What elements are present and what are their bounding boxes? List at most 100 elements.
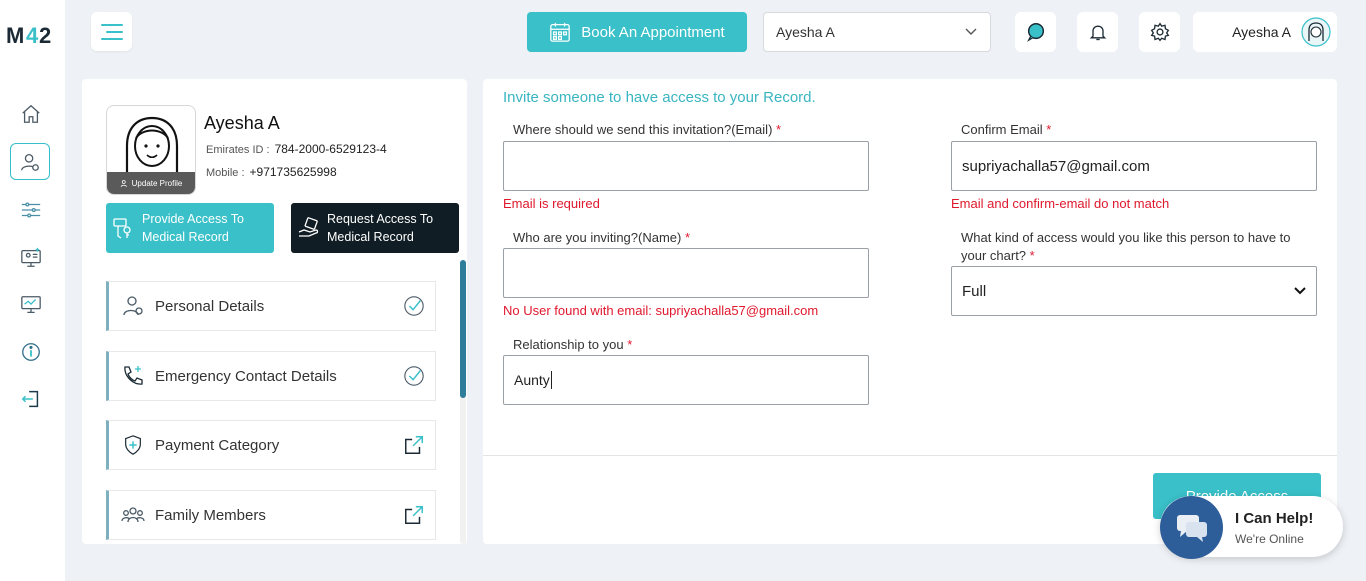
emirates-id-label: Emirates ID : <box>206 144 270 156</box>
menu-scrollbar-thumb[interactable] <box>460 260 466 398</box>
access-type-label: What kind of access would you like this … <box>961 229 1291 265</box>
provide-access-line1: Provide Access To <box>142 212 244 226</box>
confirm-email-value: supriyachalla57@gmail.com <box>962 157 1150 175</box>
mobile-label: Mobile : <box>206 167 245 179</box>
info-icon[interactable] <box>18 339 44 365</box>
chat-bubbles-icon <box>1176 514 1207 542</box>
gear-icon <box>1150 22 1169 42</box>
required-mark: * <box>1046 122 1052 137</box>
chat-status: We're Online <box>1235 532 1304 546</box>
external-link-icon <box>405 506 423 524</box>
confirm-label-text: Confirm Email <box>961 122 1043 137</box>
user-edit-icon <box>120 179 127 187</box>
left-rail: M 4 2 <box>0 0 65 581</box>
name-input[interactable] <box>503 248 869 298</box>
help-chat-widget[interactable]: I Can Help! We're Online <box>1160 496 1343 559</box>
name-field-label: Who are you inviting?(Name) * <box>513 229 690 247</box>
profile-panel: Update Profile Ayesha A Emirates ID : 784… <box>82 79 467 544</box>
patient-select-value: Ayesha A <box>776 24 835 40</box>
form-divider <box>483 455 1337 456</box>
request-access-line2: Medical Record <box>327 230 414 244</box>
book-appointment-label: Book An Appointment <box>581 23 725 41</box>
svg-text:2: 2 <box>39 23 51 48</box>
update-profile-button[interactable]: Update Profile <box>107 172 195 194</box>
emirates-id-row: Emirates ID : 784-2000-6529123-4 <box>206 142 387 156</box>
menu-item-payment-category[interactable]: Payment Category <box>106 420 436 470</box>
required-mark: * <box>627 337 633 352</box>
form-title: Invite someone to have access to your Re… <box>503 89 816 106</box>
profile-chip-name: Ayesha A <box>1232 24 1291 40</box>
email-label-text: Where should we send this invitation?(Em… <box>513 122 773 137</box>
m42-logo: M 4 2 <box>6 23 51 48</box>
invite-form-panel: Invite someone to have access to your Re… <box>483 79 1337 544</box>
settings-button[interactable] <box>1139 12 1180 52</box>
monitor-doctor-icon[interactable] <box>18 245 44 271</box>
update-profile-label: Update Profile <box>131 178 183 188</box>
bell-icon <box>1089 25 1106 41</box>
email-error: Email is required <box>503 196 600 211</box>
phone-plus-icon <box>124 366 143 385</box>
profile-nav-icon[interactable] <box>10 143 50 180</box>
home-icon[interactable] <box>18 101 44 127</box>
required-mark: * <box>684 230 691 245</box>
request-access-line1: Request Access To <box>327 212 434 226</box>
mobile-value: +971735625998 <box>249 165 337 179</box>
avatar-illustration-icon <box>125 116 179 174</box>
access-type-select[interactable]: Full <box>951 266 1317 316</box>
chat-button[interactable] <box>1015 12 1056 52</box>
relationship-field-label: Relationship to you * <box>513 336 632 354</box>
email-input[interactable] <box>503 141 869 191</box>
chat-bubble-icon <box>1026 23 1044 42</box>
person-icon <box>123 296 143 316</box>
logout-icon[interactable] <box>18 386 44 412</box>
relationship-label-text: Relationship to you <box>513 337 624 352</box>
access-type-value: Full <box>962 282 987 300</box>
profile-menu-button[interactable]: Ayesha A <box>1193 12 1337 52</box>
required-mark: * <box>776 122 782 137</box>
menu-item-family-members[interactable]: Family Members <box>106 490 436 540</box>
confirm-email-input[interactable]: supriyachalla57@gmail.com <box>951 141 1317 191</box>
calendar-icon <box>550 22 571 42</box>
sliders-icon[interactable] <box>18 197 44 223</box>
menu-item-label: Emergency Contact Details <box>155 367 337 385</box>
hand-record-icon <box>298 217 319 237</box>
confirm-email-error: Email and confirm-email do not match <box>951 196 1170 211</box>
relationship-input-value: Aunty <box>514 372 550 388</box>
svg-text:4: 4 <box>26 23 39 48</box>
menu-item-label: Family Members <box>155 506 266 524</box>
hamburger-icon <box>100 23 123 40</box>
menu-item-label: Personal Details <box>155 297 265 315</box>
family-icon <box>121 507 145 523</box>
name-error: No User found with email: supriyachalla5… <box>503 303 819 318</box>
check-circle-icon <box>404 366 424 386</box>
relationship-input[interactable]: Aunty <box>503 355 869 405</box>
notifications-button[interactable] <box>1077 12 1118 52</box>
access-label-line2: your chart? <box>961 248 1027 263</box>
avatar-icon <box>1301 17 1331 47</box>
menu-toggle-button[interactable] <box>91 12 132 51</box>
mobile-row: Mobile : +971735625998 <box>206 165 337 179</box>
svg-text:M: M <box>6 23 24 48</box>
monitor-chart-icon[interactable] <box>18 292 44 318</box>
menu-item-emergency-contact[interactable]: Emergency Contact Details <box>106 351 436 401</box>
provide-access-line2: Medical Record <box>142 230 229 244</box>
chat-title: I Can Help! <box>1235 510 1314 527</box>
confirm-email-label: Confirm Email * <box>961 121 1051 139</box>
request-access-button[interactable]: Request Access To Medical Record <box>291 203 459 253</box>
profile-avatar[interactable]: Update Profile <box>106 105 196 195</box>
emirates-id-value: 784-2000-6529123-4 <box>274 142 387 156</box>
provide-access-button[interactable]: Provide Access To Medical Record <box>106 203 274 253</box>
profile-name: Ayesha A <box>204 113 280 133</box>
access-label-line1: What kind of access would you like this … <box>961 230 1291 245</box>
email-field-label: Where should we send this invitation?(Em… <box>513 121 781 139</box>
chevron-down-icon <box>1294 287 1306 295</box>
patient-select[interactable]: Ayesha A <box>763 12 991 52</box>
book-appointment-button[interactable]: Book An Appointment <box>527 12 747 52</box>
external-link-icon <box>405 436 423 454</box>
text-caret <box>550 371 552 389</box>
chevron-down-icon <box>965 28 977 35</box>
shield-plus-icon <box>125 435 141 455</box>
chat-launcher[interactable] <box>1160 496 1223 559</box>
menu-item-personal-details[interactable]: Personal Details <box>106 281 436 331</box>
key-access-icon <box>113 218 131 239</box>
